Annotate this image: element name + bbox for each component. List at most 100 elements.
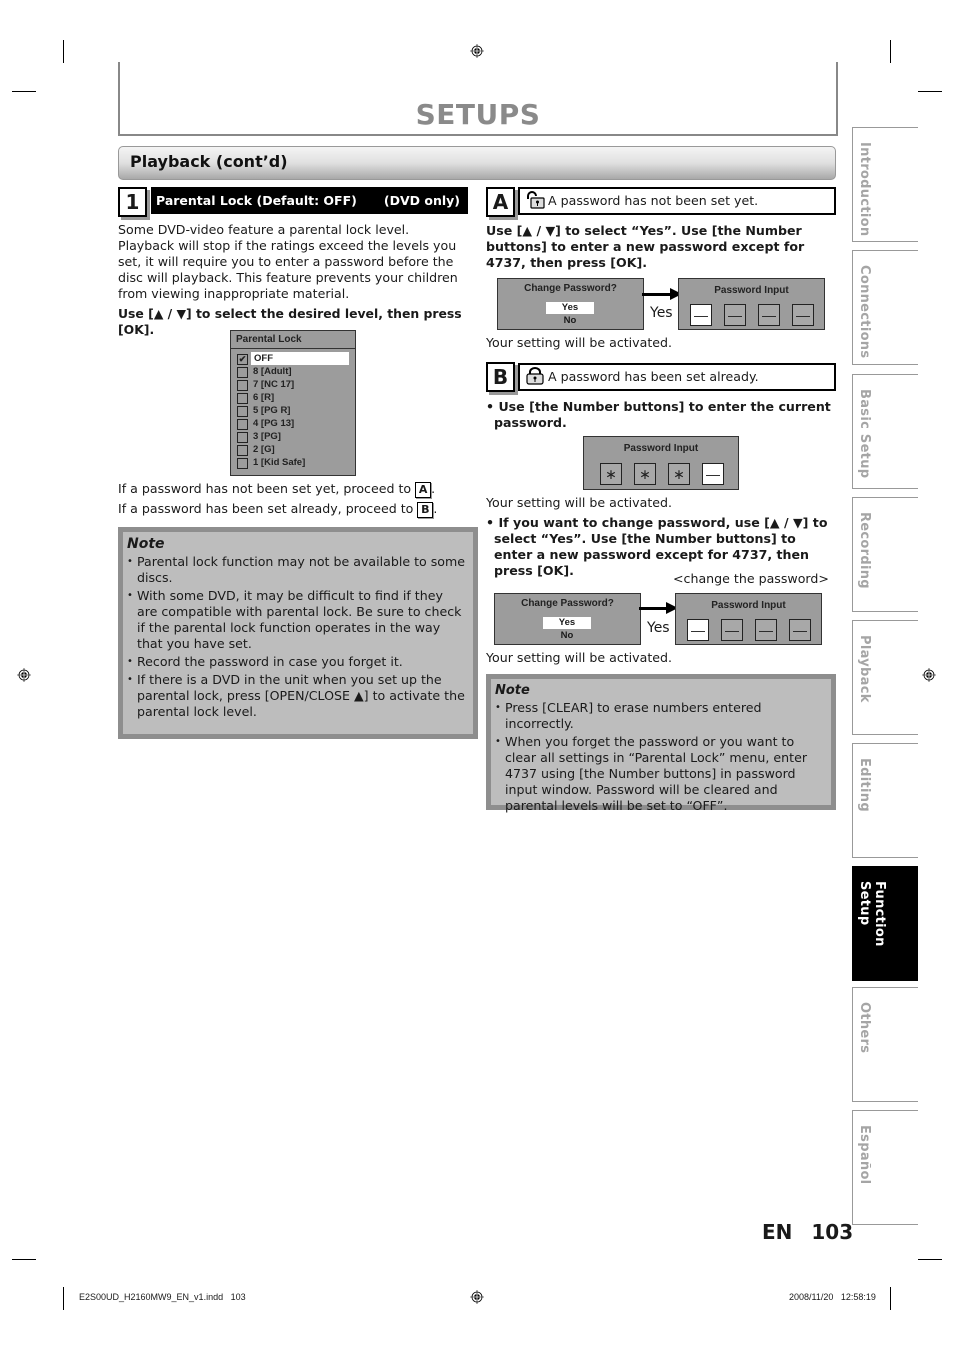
case-b-letter: B	[486, 362, 515, 392]
password-digit[interactable]: ∗	[668, 463, 690, 485]
chapter-tab-espa-ol[interactable]: Español	[852, 1110, 918, 1225]
password-digit[interactable]: —	[724, 304, 746, 326]
chapter-tab-label: Others	[857, 1002, 872, 1054]
crop-mark	[918, 1259, 942, 1260]
step-number: 1	[118, 187, 147, 217]
proceed-a-link[interactable]: A	[415, 481, 432, 498]
checkbox-icon[interactable]	[237, 432, 248, 443]
page-number-value: 103	[811, 1220, 854, 1244]
dialog-option-yes[interactable]: Yes	[543, 617, 591, 629]
chapter-tab-introduction[interactable]: Introduction	[852, 127, 918, 242]
password-digit[interactable]: —	[687, 619, 709, 641]
menu-item[interactable]: ✔ OFF	[231, 352, 355, 365]
case-b-step-2: • If you want to change password, use [▲…	[486, 515, 836, 579]
step-heading-bar: Parental Lock (Default: OFF) (DVD only)	[151, 187, 468, 214]
case-b-condition: A password has been set already.	[518, 363, 836, 391]
checkbox-icon[interactable]	[237, 367, 248, 378]
password-digit[interactable]: ∗	[634, 463, 656, 485]
chapter-tab-playback[interactable]: Playback	[852, 620, 918, 735]
chapter-tab-basic-setup[interactable]: Basic Setup	[852, 374, 918, 489]
dialog-title: Password Input	[714, 285, 789, 296]
proceed-b-link[interactable]: B	[417, 501, 434, 518]
menu-item[interactable]: 6 [R]	[231, 391, 355, 404]
password-input-dialog: Password Input — — — —	[675, 593, 822, 645]
note-item: With some DVD, it may be difficult to fi…	[127, 588, 467, 652]
password-digit[interactable]: —	[792, 304, 814, 326]
page-header: SETUPS	[118, 62, 838, 136]
note-box-right: Note Press [CLEAR] to erase numbers ente…	[486, 674, 836, 813]
checkbox-icon[interactable]	[237, 406, 248, 417]
crop-mark	[12, 1259, 36, 1260]
chapter-tab-label: Español	[857, 1125, 872, 1185]
proceed-b-line: If a password has been set already, proc…	[118, 501, 438, 518]
registration-mark-icon	[922, 668, 936, 682]
menu-list: ✔ OFF 8 [Adult] 7 [NC 17] 6 [R] 5 [PG R] 4 [PG…	[231, 349, 355, 469]
chapter-tab-label: Introduction	[857, 142, 872, 237]
password-digit[interactable]: —	[721, 619, 743, 641]
note-item: Record the password in case you forget i…	[127, 654, 467, 670]
checkbox-icon[interactable]	[237, 419, 248, 430]
case-a-instruction: Use [▲ / ▼] to select “Yes”. Use [the Nu…	[486, 223, 805, 270]
password-digit[interactable]: ∗	[600, 463, 622, 485]
checkbox-icon[interactable]	[237, 445, 248, 456]
flow-arrow	[642, 293, 672, 296]
chapter-tab-others[interactable]: Others	[852, 987, 918, 1102]
chapter-tab-editing[interactable]: Editing	[852, 743, 918, 858]
menu-item-label: 7 [NC 17]	[253, 379, 295, 390]
change-password-dialog: Change Password? Yes No	[497, 278, 644, 330]
chapter-tab-recording[interactable]: Recording	[852, 497, 918, 612]
case-b-result-2: Your setting will be activated.	[486, 650, 673, 665]
password-digit[interactable]: —	[690, 304, 712, 326]
menu-item[interactable]: 3 [PG]	[231, 430, 355, 443]
menu-item-label: 8 [Adult]	[253, 366, 292, 377]
case-b-condition-text: A password has been set already.	[548, 369, 759, 384]
chapter-tab-connections[interactable]: Connections	[852, 250, 918, 365]
chapter-tab-label: Playback	[857, 635, 872, 703]
password-digit[interactable]: —	[758, 304, 780, 326]
menu-item[interactable]: 7 [NC 17]	[231, 378, 355, 391]
section-title: Playback (cont’d)	[130, 152, 288, 171]
crop-mark	[918, 91, 942, 92]
note-title: Note	[127, 536, 165, 552]
case-a-condition-text: A password has not been set yet.	[548, 193, 759, 208]
case-b-instruction-2: • If you want to change password, use [▲…	[486, 515, 828, 578]
menu-item[interactable]: 1 [Kid Safe]	[231, 456, 355, 469]
chapter-tab-function-setup[interactable]: Function Setup	[852, 866, 918, 981]
dialog-option-no[interactable]: No	[543, 630, 591, 641]
menu-item-label: 3 [PG]	[253, 431, 281, 442]
menu-item[interactable]: 2 [G]	[231, 443, 355, 456]
menu-item-label: OFF	[251, 352, 349, 365]
note-list: Press [CLEAR] to erase numbers entered i…	[495, 700, 825, 814]
crop-mark	[63, 40, 64, 63]
note-title: Note	[495, 683, 530, 698]
flow-arrow	[639, 607, 667, 610]
note-item-text: If there is a DVD in the unit when you s…	[137, 672, 465, 719]
proceed-a-line: If a password has not been set yet, proc…	[118, 481, 436, 498]
password-digit[interactable]: —	[702, 463, 724, 485]
step-description: Some DVD-video feature a parental lock l…	[118, 222, 458, 301]
dialog-option-no[interactable]: No	[546, 315, 594, 326]
menu-item-label: 5 [PG R]	[253, 405, 291, 416]
menu-item[interactable]: 5 [PG R]	[231, 404, 355, 417]
password-digit[interactable]: —	[789, 619, 811, 641]
section-heading: Playback (cont’d)	[118, 146, 836, 180]
dialog-title: Password Input	[711, 600, 786, 611]
dialog-option-yes[interactable]: Yes	[546, 302, 594, 314]
change-password-caption: <change the password>	[673, 571, 829, 586]
checkbox-icon[interactable]	[237, 458, 248, 469]
menu-item[interactable]: 8 [Adult]	[231, 365, 355, 378]
case-b-result-1: Your setting will be activated.	[486, 495, 673, 510]
password-digit[interactable]: —	[755, 619, 777, 641]
chapter-tab-label: Recording	[857, 512, 872, 589]
checkbox-icon[interactable]	[237, 393, 248, 404]
checkbox-checked-icon[interactable]: ✔	[237, 354, 248, 365]
footer-timestamp: 2008/11/20 12:58:19	[789, 1292, 876, 1302]
chapter-tab-label: Function Setup	[857, 881, 887, 947]
chapter-tab-label: Basic Setup	[857, 389, 872, 479]
checkbox-icon[interactable]	[237, 380, 248, 391]
proceed-a-text: If a password has not been set yet, proc…	[118, 481, 412, 496]
case-b-step-1: • Use [the Number buttons] to enter the …	[486, 399, 836, 431]
registration-mark-icon	[17, 668, 31, 682]
menu-item[interactable]: 4 [PG 13]	[231, 417, 355, 430]
crop-mark	[63, 1287, 64, 1310]
